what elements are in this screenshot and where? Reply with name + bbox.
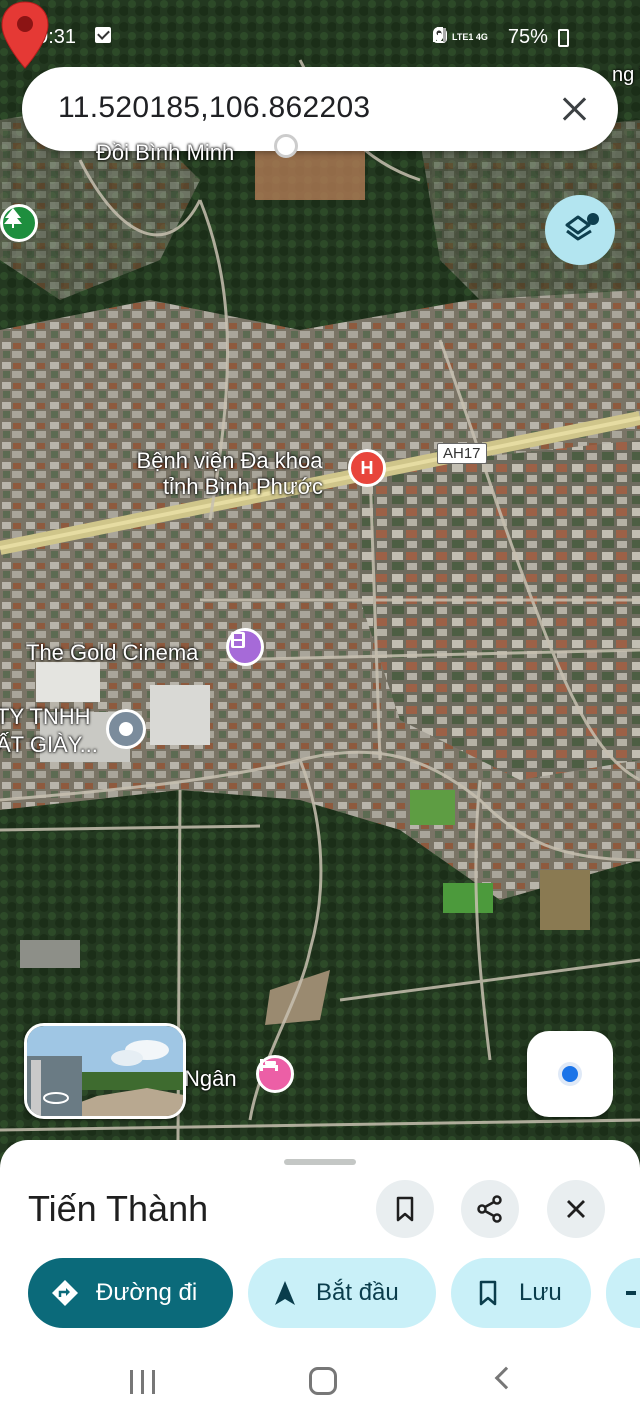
cinema-label[interactable]: The Gold Cinema xyxy=(26,640,198,666)
more-icon xyxy=(626,1291,636,1295)
place-icon[interactable] xyxy=(106,709,146,749)
share-button[interactable] xyxy=(461,1180,519,1238)
more-actions-chip[interactable] xyxy=(606,1258,640,1328)
navigation-arrow-icon xyxy=(270,1278,300,1308)
save-label: Lưu xyxy=(519,1279,562,1306)
battery-level: 75% xyxy=(507,26,548,48)
place-title: Tiến Thành xyxy=(28,1188,209,1229)
bed-icon[interactable] xyxy=(256,1055,294,1093)
company-label-line1: TY TNHH xyxy=(0,704,91,729)
hospital-label[interactable]: Bệnh viện Đa khoa tỉnh Bình Phước xyxy=(136,448,323,500)
directions-button[interactable]: Đường đi xyxy=(28,1258,233,1328)
close-icon xyxy=(567,1200,585,1218)
start-label: Bắt đầu xyxy=(316,1279,399,1306)
red-pin-icon[interactable] xyxy=(0,0,50,70)
film-icon[interactable] xyxy=(226,628,264,666)
network-type: LTE1 4G xyxy=(452,32,488,42)
share-icon xyxy=(477,1195,502,1223)
back-button[interactable] xyxy=(494,1366,518,1390)
search-query[interactable]: 11.520185,106.862203 xyxy=(58,91,370,125)
directions-label: Đường đi xyxy=(96,1279,198,1306)
search-bar[interactable]: 11.520185,106.862203 xyxy=(22,67,618,151)
park-poi[interactable] xyxy=(0,204,38,242)
save-icon-button[interactable] xyxy=(376,1180,434,1238)
bookmark-outline-icon xyxy=(473,1278,503,1308)
street-view-thumbnail[interactable] xyxy=(24,1023,186,1119)
map-label-edge: ng V xyxy=(612,64,640,86)
drag-handle[interactable] xyxy=(284,1159,356,1165)
my-location-icon xyxy=(558,1062,582,1086)
hospital-label-line2: tỉnh Bình Phước xyxy=(163,474,324,499)
status-icons: LTE1 4G 75% xyxy=(432,26,569,49)
recents-button[interactable] xyxy=(130,1370,160,1394)
top-place-marker[interactable] xyxy=(274,134,298,158)
road-shield-ah17: AH17 xyxy=(437,443,487,464)
satellite-imagery xyxy=(0,0,640,1180)
battery-icon xyxy=(557,28,569,47)
status-bar: 09:31 LTE1 4G 75% xyxy=(0,0,640,70)
hospital-icon[interactable]: H xyxy=(348,449,386,487)
start-button[interactable]: Bắt đầu xyxy=(248,1258,436,1328)
satellite-map[interactable]: 09:31 LTE1 4G 75% 11.520185,106.862203 Đ… xyxy=(0,0,640,1180)
home-button[interactable] xyxy=(309,1367,337,1395)
bookmark-icon xyxy=(396,1196,414,1222)
street-view-rotate-icon xyxy=(43,1092,69,1104)
close-sheet-button[interactable] xyxy=(547,1180,605,1238)
layers-button[interactable] xyxy=(545,195,615,265)
map-label-doi-binh-minh[interactable]: Đồi Bình Minh xyxy=(96,140,234,166)
clear-search-button[interactable] xyxy=(556,91,592,127)
hospital-label-line1: Bệnh viện Đa khoa xyxy=(136,448,323,473)
my-location-button[interactable] xyxy=(527,1031,613,1117)
notification-check-icon xyxy=(95,27,111,43)
company-label[interactable]: TY TNHH ẤT GIÀY... xyxy=(0,703,98,759)
lodging-label[interactable]: Ngân xyxy=(184,1066,237,1092)
system-nav-bar xyxy=(0,1340,640,1422)
layers-icon xyxy=(565,213,599,241)
directions-icon xyxy=(50,1278,80,1308)
tree-icon xyxy=(4,208,22,228)
company-label-line2: ẤT GIÀY... xyxy=(0,732,98,757)
save-button[interactable]: Lưu xyxy=(451,1258,591,1328)
